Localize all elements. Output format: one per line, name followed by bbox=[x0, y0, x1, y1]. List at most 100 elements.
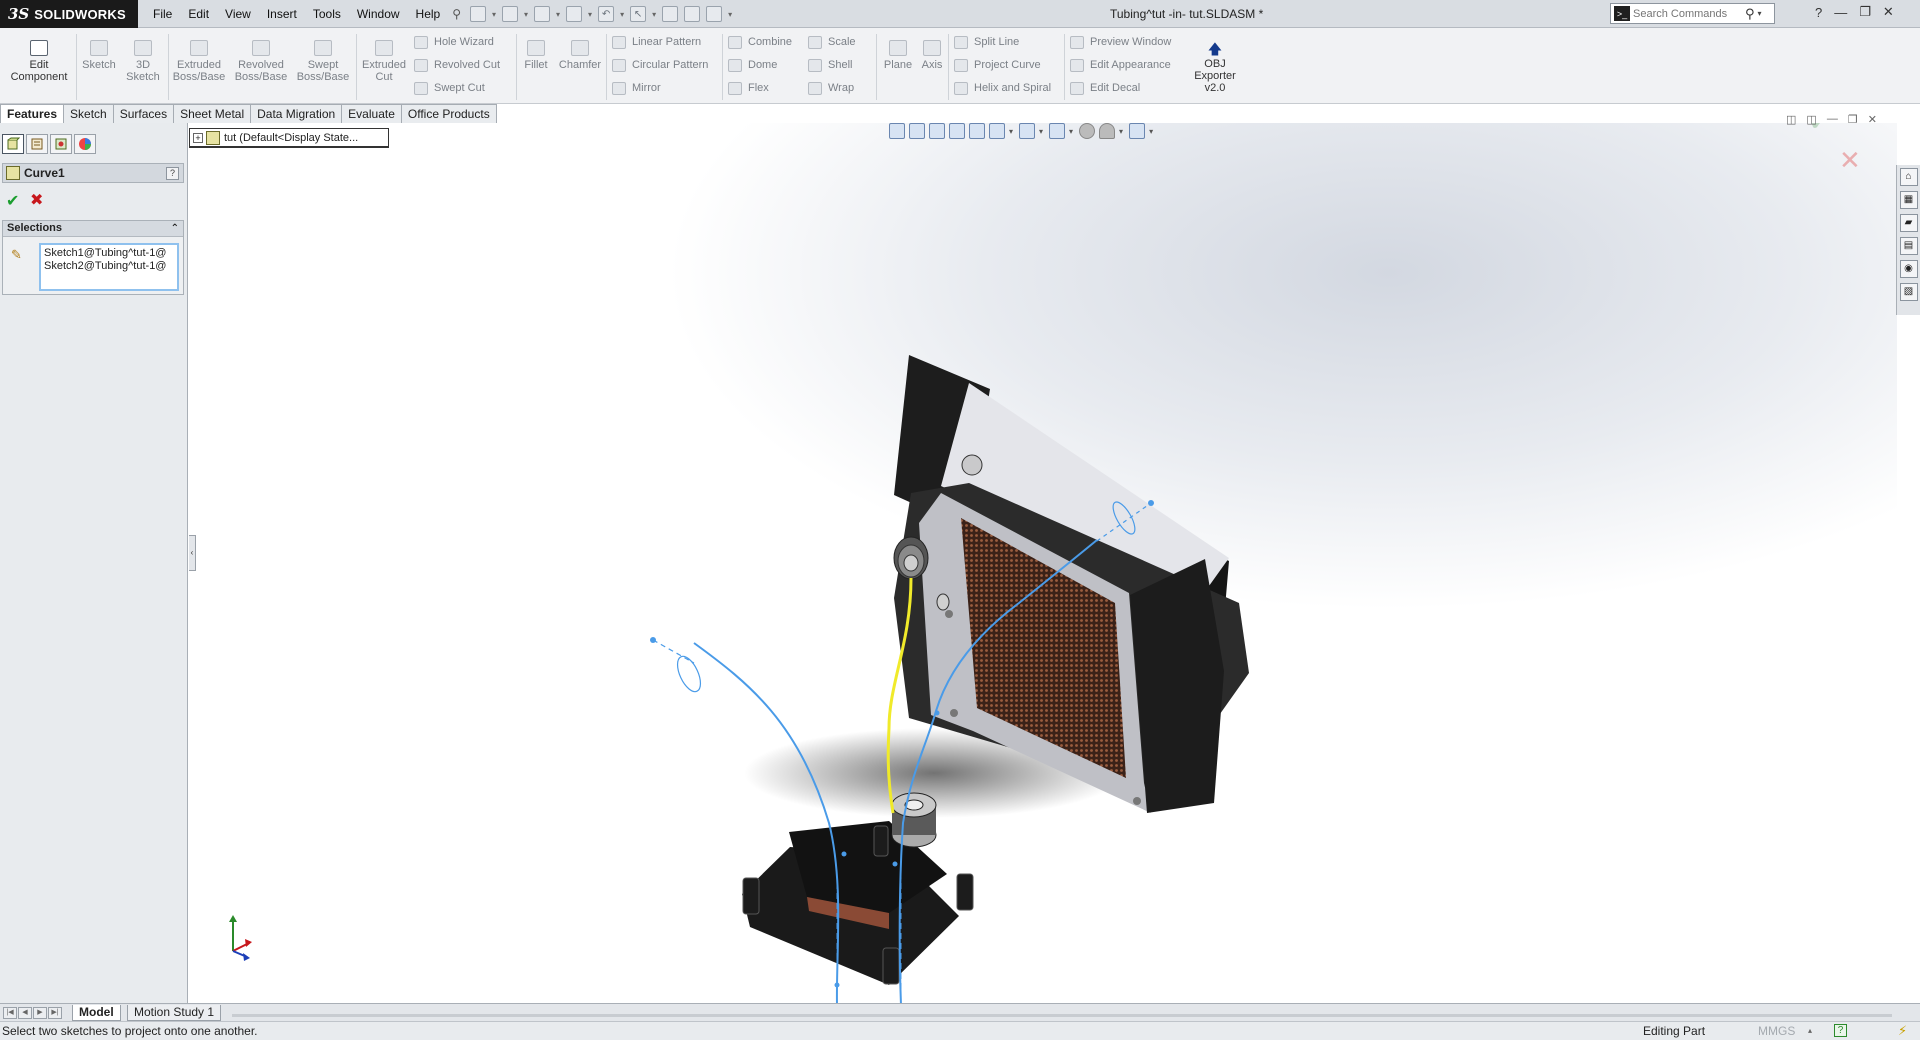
edit-component-button[interactable]: Edit Component bbox=[6, 40, 72, 83]
fillet-button[interactable]: Fillet bbox=[518, 40, 554, 71]
plane-button[interactable]: Plane bbox=[880, 40, 916, 71]
circular-pattern-button[interactable]: Circular Pattern bbox=[612, 57, 708, 73]
unit-system[interactable]: MMGS bbox=[1758, 1022, 1795, 1040]
chevron-down-icon[interactable]: ▾ bbox=[588, 10, 592, 19]
hole-wizard-button[interactable]: Hole Wizard bbox=[414, 34, 494, 50]
dynamic-annotation-icon[interactable] bbox=[969, 123, 985, 139]
restore-icon[interactable]: ❐ bbox=[1859, 4, 1871, 20]
file-explorer-icon[interactable]: ▰ bbox=[1899, 214, 1918, 232]
shell-button[interactable]: Shell bbox=[808, 57, 852, 73]
revolved-cut-button[interactable]: Revolved Cut bbox=[414, 57, 500, 73]
cancel-x-icon[interactable]: ✖ bbox=[30, 190, 43, 210]
horizontal-scrollbar[interactable] bbox=[232, 1014, 1892, 1017]
open-folder-icon[interactable] bbox=[502, 6, 519, 22]
extruded-cut-button[interactable]: Extruded Cut bbox=[358, 40, 410, 83]
rebuild-icon[interactable] bbox=[662, 6, 679, 22]
mirror-button[interactable]: Mirror bbox=[612, 80, 661, 96]
restore-icon[interactable]: ❐ bbox=[1848, 113, 1858, 126]
tab-sheet-metal[interactable]: Sheet Metal bbox=[173, 104, 252, 123]
list-item[interactable]: Sketch2@Tubing^tut-1@ bbox=[44, 260, 174, 273]
hide-show-items-icon[interactable] bbox=[1049, 123, 1066, 139]
chevron-down-icon[interactable]: ▾ bbox=[492, 10, 496, 19]
tile-window-icon[interactable]: ◫ bbox=[1786, 113, 1796, 126]
feature-tree-icon[interactable] bbox=[2, 134, 24, 154]
zoom-to-area-icon[interactable] bbox=[929, 123, 945, 139]
apply-scene-icon[interactable] bbox=[1099, 123, 1116, 139]
chevron-down-icon[interactable]: ▾ bbox=[1758, 9, 1762, 18]
display-manager-icon[interactable] bbox=[74, 134, 96, 154]
obj-exporter-button[interactable]: 🡅 OBJ Exporter v2.0 bbox=[1186, 42, 1244, 94]
collapse-up-icon[interactable]: ⌃ bbox=[171, 221, 179, 236]
zoom-to-fit-icon[interactable] bbox=[909, 123, 925, 139]
panel-collapse-handle[interactable]: ‹ bbox=[189, 535, 196, 571]
search-box[interactable]: >_ ⚲ ▾ bbox=[1610, 3, 1775, 24]
previous-view-icon[interactable] bbox=[889, 123, 905, 139]
extruded-boss-button[interactable]: Extruded Boss/Base bbox=[170, 40, 228, 83]
previous-tab-icon[interactable]: ◀ bbox=[18, 1007, 32, 1019]
undo-icon[interactable]: ↶ bbox=[598, 6, 615, 22]
menu-file[interactable]: File bbox=[145, 7, 180, 21]
sketch-point[interactable] bbox=[892, 861, 898, 867]
tab-sketch[interactable]: Sketch bbox=[63, 104, 114, 123]
cpu-block-model[interactable] bbox=[742, 792, 974, 985]
chevron-down-icon[interactable]: ▾ bbox=[1119, 127, 1123, 136]
edit-appearance-button[interactable]: Edit Appearance bbox=[1070, 57, 1171, 73]
preview-window-button[interactable]: Preview Window bbox=[1070, 34, 1171, 50]
chevron-down-icon[interactable]: ▾ bbox=[1039, 127, 1043, 136]
list-item[interactable]: Sketch1@Tubing^tut-1@ bbox=[44, 247, 174, 260]
tab-features[interactable]: Features bbox=[0, 104, 65, 123]
scale-button[interactable]: Scale bbox=[808, 34, 856, 50]
swept-boss-button[interactable]: Swept Boss/Base bbox=[294, 40, 352, 83]
helix-spiral-button[interactable]: Helix and Spiral bbox=[954, 80, 1051, 96]
property-manager-icon[interactable] bbox=[26, 134, 48, 154]
sketch-point[interactable] bbox=[650, 637, 656, 643]
help-icon[interactable]: ? bbox=[166, 166, 179, 180]
menu-view[interactable]: View bbox=[217, 7, 259, 21]
sketch-point[interactable] bbox=[1148, 500, 1154, 506]
combine-button[interactable]: Combine bbox=[728, 34, 792, 50]
chevron-down-icon[interactable]: ▾ bbox=[1149, 127, 1153, 136]
wrap-button[interactable]: Wrap bbox=[808, 80, 854, 96]
split-window-icon[interactable]: ◫ bbox=[1806, 113, 1816, 126]
select-arrow-icon[interactable]: ↖ bbox=[630, 6, 647, 22]
sketch-point[interactable] bbox=[834, 982, 840, 988]
tab-data-migration[interactable]: Data Migration bbox=[250, 104, 343, 123]
confirm-cancel-x-icon[interactable]: ✕ bbox=[1839, 145, 1861, 176]
new-document-icon[interactable] bbox=[470, 6, 486, 22]
sketch-button[interactable]: Sketch bbox=[78, 40, 120, 71]
configuration-manager-icon[interactable] bbox=[50, 134, 72, 154]
tab-surfaces[interactable]: Surfaces bbox=[112, 104, 175, 123]
last-tab-icon[interactable]: ▶| bbox=[48, 1007, 62, 1019]
menu-window[interactable]: Window bbox=[349, 7, 408, 21]
view-palette-icon[interactable]: ▤ bbox=[1899, 237, 1918, 255]
chevron-down-icon[interactable]: ▾ bbox=[1009, 127, 1013, 136]
graphics-area[interactable]: + tut (Default<Display State... ▾ ▾ ▾ ▾ … bbox=[189, 123, 1897, 1003]
custom-properties-icon[interactable]: ▧ bbox=[1899, 283, 1918, 301]
sketch-point[interactable] bbox=[841, 851, 847, 857]
dome-button[interactable]: Dome bbox=[728, 57, 777, 73]
selections-header[interactable]: Selections ⌃ bbox=[3, 221, 183, 237]
selected-sketches-list[interactable]: Sketch1@Tubing^tut-1@ Sketch2@Tubing^tut… bbox=[39, 243, 179, 291]
menu-insert[interactable]: Insert bbox=[259, 7, 305, 21]
project-curve-button[interactable]: Project Curve bbox=[954, 57, 1041, 73]
pin-icon[interactable]: ⚲ bbox=[452, 7, 461, 21]
menu-tools[interactable]: Tools bbox=[305, 7, 349, 21]
chevron-up-icon[interactable]: ▴ bbox=[1808, 1022, 1812, 1040]
split-line-button[interactable]: Split Line bbox=[954, 34, 1019, 50]
tab-office-products[interactable]: Office Products bbox=[400, 104, 497, 123]
home-icon[interactable]: ⌂ bbox=[1899, 168, 1918, 186]
chevron-down-icon[interactable]: ▾ bbox=[620, 10, 624, 19]
sketch-ellipse[interactable] bbox=[673, 653, 705, 695]
chevron-down-icon[interactable]: ▾ bbox=[556, 10, 560, 19]
display-style-icon[interactable] bbox=[1019, 123, 1036, 139]
rebuild-status-icon[interactable]: ⚡ bbox=[1898, 1022, 1907, 1040]
close-icon[interactable]: ✕ bbox=[1868, 113, 1877, 126]
tab-motion-study[interactable]: Motion Study 1 bbox=[127, 1005, 222, 1021]
view-settings-icon[interactable] bbox=[1129, 123, 1146, 139]
3d-sketch-button[interactable]: 3D Sketch bbox=[122, 40, 164, 83]
chamfer-button[interactable]: Chamfer bbox=[556, 40, 604, 71]
sketch-point[interactable] bbox=[934, 710, 940, 716]
appearances-icon[interactable]: ◉ bbox=[1899, 260, 1918, 278]
minimize-icon[interactable]: — bbox=[1834, 5, 1847, 20]
next-tab-icon[interactable]: ▶ bbox=[33, 1007, 47, 1019]
